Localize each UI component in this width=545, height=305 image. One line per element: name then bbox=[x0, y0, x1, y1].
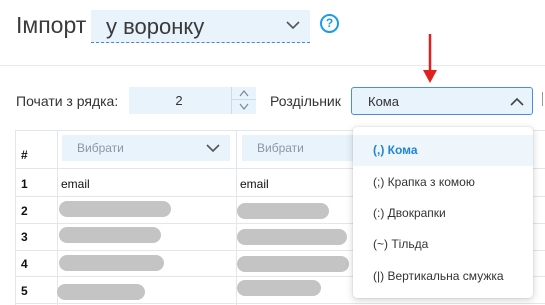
column-select-value: Вибрати bbox=[77, 141, 124, 155]
delimiter-option-colon[interactable]: (:) Двокрапки bbox=[353, 198, 533, 229]
table-border-left bbox=[15, 130, 16, 305]
delimiter-option-tilde[interactable]: (~) Тільда bbox=[353, 229, 533, 260]
column-select-value: Вибрати bbox=[257, 141, 304, 155]
chevron-down-icon bbox=[286, 21, 300, 30]
chevron-up-icon bbox=[510, 97, 524, 106]
delimiter-option-semicolon[interactable]: (;) Крапка з комою bbox=[353, 167, 533, 198]
delimiter-select-value: Кома bbox=[368, 94, 399, 109]
table-cell: email bbox=[61, 177, 90, 191]
delimiter-option-comma[interactable]: (,) Кома bbox=[353, 135, 533, 166]
table-col-divider bbox=[236, 130, 237, 305]
start-row-value[interactable]: 2 bbox=[129, 93, 229, 108]
redacted-cell bbox=[237, 203, 329, 219]
table-row-divider bbox=[15, 303, 545, 304]
stepper-up-button[interactable] bbox=[232, 87, 256, 100]
delimiter-option-pipe[interactable]: (|) Вертикальна смужка bbox=[353, 261, 533, 292]
delimiter-dropdown-menu: (,) Кома (;) Крапка з комою (:) Двокрапк… bbox=[353, 127, 533, 298]
table-col-divider bbox=[57, 130, 58, 305]
table-cell: email bbox=[240, 177, 269, 191]
row-number: 1 bbox=[21, 177, 28, 191]
page-title: Імпорт bbox=[16, 12, 87, 38]
redacted-cell bbox=[59, 201, 171, 217]
stepper-arrows bbox=[231, 87, 256, 114]
next-control-edge bbox=[542, 92, 543, 106]
chevron-down-icon bbox=[239, 103, 249, 110]
redacted-cell bbox=[237, 256, 349, 272]
chevron-up-icon bbox=[239, 90, 249, 97]
column-1-select[interactable]: Вибрати bbox=[62, 135, 230, 161]
row-number: 3 bbox=[21, 230, 28, 244]
page-header: Імпорт у воронку ? bbox=[0, 0, 545, 66]
funnel-select-value: у воронку bbox=[106, 14, 205, 39]
row-number: 4 bbox=[21, 257, 28, 271]
stepper-down-button[interactable] bbox=[232, 100, 256, 113]
row-number: 5 bbox=[21, 284, 28, 298]
delimiter-select[interactable]: Кома bbox=[351, 87, 533, 115]
redacted-cell bbox=[237, 280, 321, 296]
redacted-cell bbox=[237, 229, 347, 245]
table-header-num: # bbox=[21, 148, 28, 162]
delimiter-label: Роздільник bbox=[270, 93, 341, 109]
start-row-label: Почати з рядка: bbox=[16, 93, 119, 109]
redacted-cell bbox=[59, 227, 161, 243]
chevron-down-icon bbox=[206, 144, 220, 153]
start-row-stepper[interactable]: 2 bbox=[129, 87, 256, 114]
help-icon[interactable]: ? bbox=[320, 14, 339, 33]
redacted-cell bbox=[57, 284, 145, 300]
annotation-arrow-icon bbox=[423, 34, 437, 83]
row-number: 2 bbox=[21, 204, 28, 218]
redacted-cell bbox=[59, 255, 164, 271]
funnel-select[interactable]: у воронку bbox=[91, 10, 310, 43]
